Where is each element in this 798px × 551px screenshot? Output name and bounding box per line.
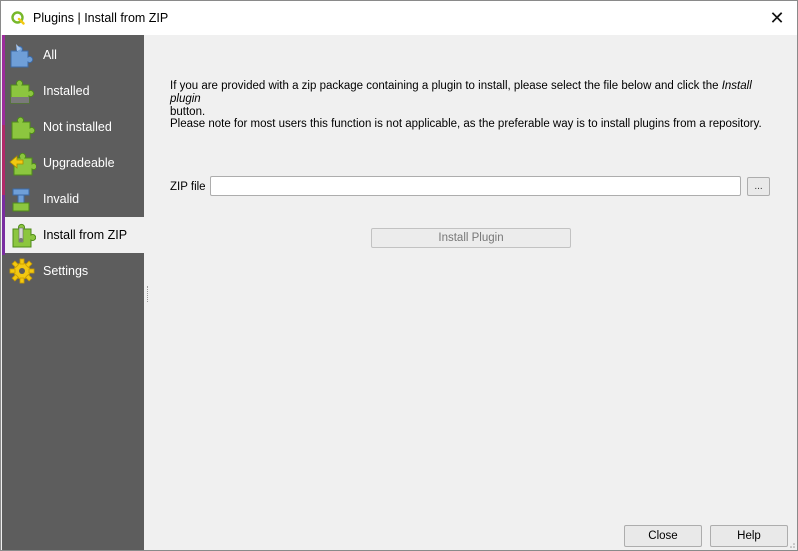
sidebar-item-label: All: [43, 48, 57, 62]
close-button[interactable]: Close: [624, 525, 702, 547]
install-plugin-button[interactable]: Install Plugin: [371, 228, 571, 248]
sidebar-item-label: Install from ZIP: [43, 228, 128, 242]
sidebar-item-label: Invalid: [43, 192, 80, 206]
sidebar-item-label: Installed: [43, 84, 90, 98]
puzzle-not-installed-icon: [7, 112, 37, 142]
sidebar: All Installed Not installed Upgradeable …: [2, 35, 144, 550]
zip-file-input[interactable]: [210, 176, 741, 196]
close-icon: ✕: [769, 7, 785, 28]
puzzle-invalid-icon: [7, 184, 37, 214]
puzzle-all-icon: [7, 40, 37, 70]
sidebar-item-installed[interactable]: Installed: [5, 73, 144, 109]
sidebar-item-all[interactable]: All: [5, 37, 144, 73]
install-from-zip-panel: If you are provided with a zip package c…: [144, 35, 797, 550]
intro-text-after: button.: [170, 106, 206, 118]
sidebar-item-invalid[interactable]: Invalid: [5, 181, 144, 217]
help-button[interactable]: Help: [710, 525, 788, 547]
title-bar[interactable]: Plugins | Install from ZIP ✕: [1, 1, 797, 35]
sidebar-item-install-from-zip[interactable]: Install from ZIP: [5, 217, 144, 253]
puzzle-zip-icon: [7, 220, 37, 250]
sidebar-item-label: Settings: [43, 264, 89, 278]
gear-settings-icon: [7, 256, 37, 286]
zip-file-label: ZIP file: [170, 181, 206, 193]
sidebar-item-not-installed[interactable]: Not installed: [5, 109, 144, 145]
puzzle-installed-icon: [7, 76, 37, 106]
sidebar-item-settings[interactable]: Settings: [5, 253, 144, 289]
browse-button[interactable]: ...: [747, 177, 770, 196]
intro-text: If you are provided with a zip package c…: [170, 80, 770, 119]
close-window-button[interactable]: ✕: [763, 5, 791, 31]
window-title: Plugins | Install from ZIP: [33, 11, 169, 25]
puzzle-upgradeable-icon: [7, 148, 37, 178]
qgis-logo-icon: [11, 11, 25, 25]
resize-grip-icon[interactable]: [787, 540, 795, 548]
plugins-dialog: Plugins | Install from ZIP ✕ All Install…: [0, 0, 798, 551]
sidebar-item-label: Not installed: [43, 120, 112, 134]
sidebar-item-upgradeable[interactable]: Upgradeable: [5, 145, 144, 181]
intro-text-before: If you are provided with a zip package c…: [170, 80, 722, 92]
sidebar-item-label: Upgradeable: [43, 156, 115, 170]
note-text: Please note for most users this function…: [170, 118, 762, 130]
